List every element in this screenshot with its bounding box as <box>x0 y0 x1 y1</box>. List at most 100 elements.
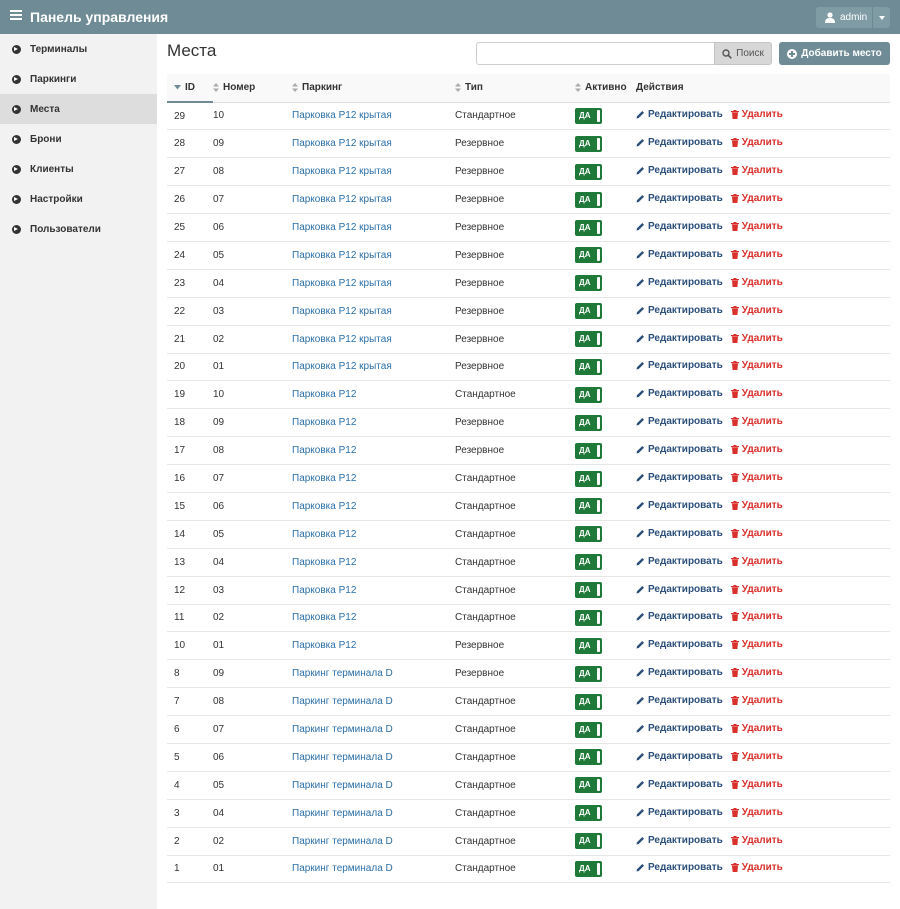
parking-link[interactable]: Парковка Р12 <box>292 529 356 540</box>
edit-button[interactable]: Редактировать <box>636 807 723 818</box>
active-toggle[interactable]: ДА <box>575 805 602 822</box>
parking-link[interactable]: Парковка Р12 <box>292 585 356 596</box>
active-toggle[interactable]: ДА <box>575 414 602 431</box>
edit-button[interactable]: Редактировать <box>636 639 723 650</box>
delete-button[interactable]: Удалить <box>730 249 783 260</box>
edit-button[interactable]: Редактировать <box>636 109 723 120</box>
edit-button[interactable]: Редактировать <box>636 360 723 371</box>
edit-button[interactable]: Редактировать <box>636 221 723 232</box>
parking-link[interactable]: Парковка Р12 <box>292 640 356 651</box>
parking-link[interactable]: Парковка Р12 <box>292 557 356 568</box>
delete-button[interactable]: Удалить <box>730 611 783 622</box>
active-toggle[interactable]: ДА <box>575 163 602 180</box>
active-toggle[interactable]: ДА <box>575 247 602 264</box>
edit-button[interactable]: Редактировать <box>636 500 723 511</box>
active-toggle[interactable]: ДА <box>575 554 602 571</box>
parking-link[interactable]: Паркинг терминала D <box>292 808 393 819</box>
edit-button[interactable]: Редактировать <box>636 165 723 176</box>
active-toggle[interactable]: ДА <box>575 107 602 124</box>
active-toggle[interactable]: ДА <box>575 693 602 710</box>
parking-link[interactable]: Парковка Р12 крытая <box>292 306 392 317</box>
active-toggle[interactable]: ДА <box>575 303 602 320</box>
active-toggle[interactable]: ДА <box>575 470 602 487</box>
active-toggle[interactable]: ДА <box>575 609 602 626</box>
active-toggle[interactable]: ДА <box>575 135 602 152</box>
user-menu-button[interactable]: admin <box>816 7 890 28</box>
parking-link[interactable]: Паркинг терминала D <box>292 836 393 847</box>
delete-button[interactable]: Удалить <box>730 416 783 427</box>
delete-button[interactable]: Удалить <box>730 305 783 316</box>
sidebar-item[interactable]: Терминалы <box>0 34 157 64</box>
parking-link[interactable]: Паркинг терминала D <box>292 724 393 735</box>
delete-button[interactable]: Удалить <box>730 779 783 790</box>
delete-button[interactable]: Удалить <box>730 360 783 371</box>
edit-button[interactable]: Редактировать <box>636 193 723 204</box>
edit-button[interactable]: Редактировать <box>636 472 723 483</box>
parking-link[interactable]: Парковка Р12 крытая <box>292 166 392 177</box>
delete-button[interactable]: Удалить <box>730 667 783 678</box>
parking-link[interactable]: Паркинг терминала D <box>292 752 393 763</box>
active-toggle[interactable]: ДА <box>575 442 602 459</box>
add-place-button[interactable]: Добавить место <box>779 42 890 65</box>
parking-link[interactable]: Парковка Р12 крытая <box>292 278 392 289</box>
parking-link[interactable]: Парковка Р12 крытая <box>292 250 392 261</box>
delete-button[interactable]: Удалить <box>730 751 783 762</box>
edit-button[interactable]: Редактировать <box>636 611 723 622</box>
parking-link[interactable]: Паркинг терминала D <box>292 668 393 679</box>
delete-button[interactable]: Удалить <box>730 556 783 567</box>
edit-button[interactable]: Редактировать <box>636 835 723 846</box>
parking-link[interactable]: Парковка Р12 крытая <box>292 138 392 149</box>
parking-link[interactable]: Парковка Р12 <box>292 445 356 456</box>
parking-link[interactable]: Парковка Р12 крытая <box>292 194 392 205</box>
active-toggle[interactable]: ДА <box>575 665 602 682</box>
delete-button[interactable]: Удалить <box>730 333 783 344</box>
delete-button[interactable]: Удалить <box>730 277 783 288</box>
delete-button[interactable]: Удалить <box>730 528 783 539</box>
delete-button[interactable]: Удалить <box>730 695 783 706</box>
edit-button[interactable]: Редактировать <box>636 779 723 790</box>
edit-button[interactable]: Редактировать <box>636 667 723 678</box>
parking-link[interactable]: Парковка Р12 крытая <box>292 361 392 372</box>
sidebar-item[interactable]: Брони <box>0 124 157 154</box>
edit-button[interactable]: Редактировать <box>636 249 723 260</box>
edit-button[interactable]: Редактировать <box>636 277 723 288</box>
active-toggle[interactable]: ДА <box>575 331 602 348</box>
active-toggle[interactable]: ДА <box>575 275 602 292</box>
active-toggle[interactable]: ДА <box>575 582 602 599</box>
parking-link[interactable]: Парковка Р12 крытая <box>292 334 392 345</box>
edit-button[interactable]: Редактировать <box>636 388 723 399</box>
edit-button[interactable]: Редактировать <box>636 137 723 148</box>
chevron-down-icon[interactable] <box>872 7 890 28</box>
column-header-id[interactable]: ID <box>167 74 213 103</box>
edit-button[interactable]: Редактировать <box>636 444 723 455</box>
hamburger-icon[interactable] <box>10 10 22 22</box>
edit-button[interactable]: Редактировать <box>636 695 723 706</box>
active-toggle[interactable]: ДА <box>575 777 602 794</box>
edit-button[interactable]: Редактировать <box>636 416 723 427</box>
edit-button[interactable]: Редактировать <box>636 305 723 316</box>
active-toggle[interactable]: ДА <box>575 526 602 543</box>
sidebar-item[interactable]: Клиенты <box>0 154 157 184</box>
sidebar-item[interactable]: Пользователи <box>0 214 157 244</box>
parking-link[interactable]: Парковка Р12 <box>292 501 356 512</box>
delete-button[interactable]: Удалить <box>730 835 783 846</box>
parking-link[interactable]: Парковка Р12 крытая <box>292 222 392 233</box>
edit-button[interactable]: Редактировать <box>636 723 723 734</box>
active-toggle[interactable]: ДА <box>575 386 602 403</box>
delete-button[interactable]: Удалить <box>730 723 783 734</box>
column-header-type[interactable]: Тип <box>455 74 575 103</box>
search-input[interactable] <box>476 42 715 65</box>
parking-link[interactable]: Парковка Р12 <box>292 612 356 623</box>
parking-link[interactable]: Парковка Р12 <box>292 389 356 400</box>
parking-link[interactable]: Паркинг терминала D <box>292 780 393 791</box>
delete-button[interactable]: Удалить <box>730 500 783 511</box>
active-toggle[interactable]: ДА <box>575 860 602 877</box>
parking-link[interactable]: Паркинг терминала D <box>292 863 393 874</box>
edit-button[interactable]: Редактировать <box>636 333 723 344</box>
delete-button[interactable]: Удалить <box>730 165 783 176</box>
sidebar-item[interactable]: Паркинги <box>0 64 157 94</box>
parking-link[interactable]: Паркинг терминала D <box>292 696 393 707</box>
search-button[interactable]: Поиск <box>714 42 772 65</box>
edit-button[interactable]: Редактировать <box>636 584 723 595</box>
delete-button[interactable]: Удалить <box>730 221 783 232</box>
